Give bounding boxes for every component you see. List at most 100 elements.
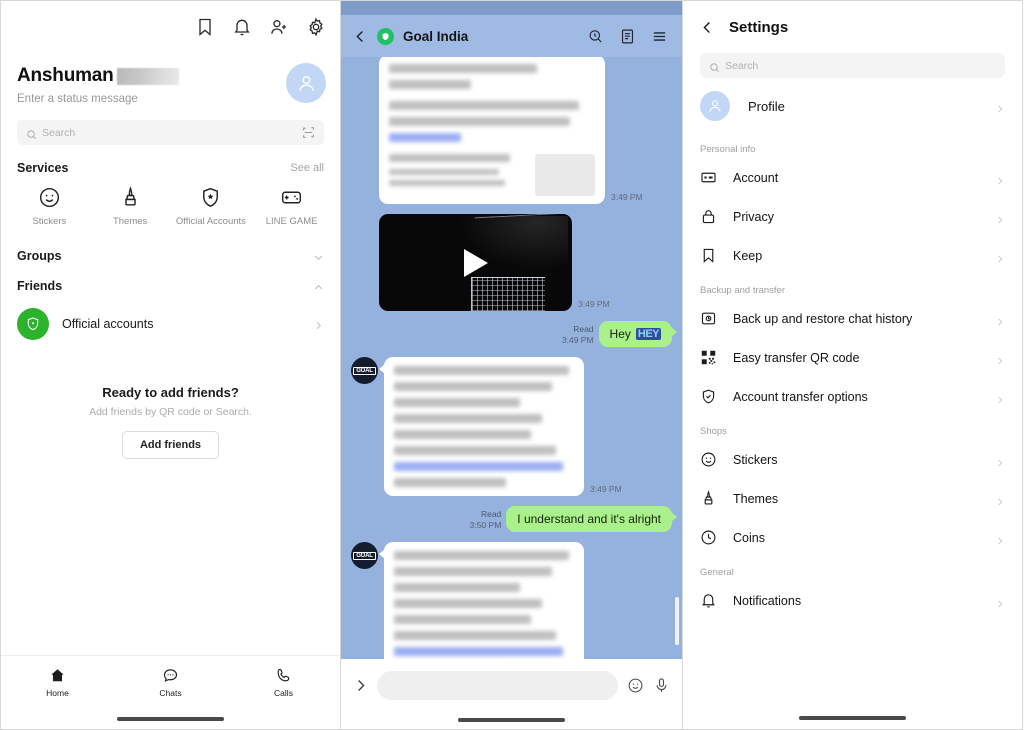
settings-item-profile[interactable]: Profile [683, 78, 1022, 134]
play-icon[interactable] [463, 248, 488, 277]
message-row[interactable]: Read 3:49 PM Hey HEY [351, 321, 678, 347]
settings-group-label: Backup and transfer [700, 285, 786, 296]
list-item-official-accounts[interactable]: Official accounts [1, 301, 340, 347]
blurred-text-line [389, 80, 472, 89]
add-friend-icon[interactable] [269, 17, 289, 37]
blurred-text-line [394, 382, 553, 391]
settings-item-account[interactable]: Account [683, 158, 1022, 197]
notes-icon[interactable] [619, 28, 636, 45]
chevron-down-icon[interactable] [313, 250, 324, 261]
chevron-up-icon[interactable] [313, 280, 324, 291]
message-meta: Read 3:50 PM [470, 509, 502, 531]
service-item-line-game[interactable]: LINE GAME [251, 186, 332, 228]
groups-section-header[interactable]: Groups [1, 241, 340, 271]
three-panel-screenshot: Anshuman Enter a status message Search S… [0, 0, 1024, 730]
services-see-all-link[interactable]: See all [290, 162, 324, 174]
settings-item-account-transfer[interactable]: Account transfer options [683, 377, 1022, 416]
video-goalpost [471, 277, 545, 311]
paint-brush-icon [700, 490, 717, 507]
service-item-official-accounts[interactable]: Official Accounts [171, 186, 252, 228]
menu-icon[interactable] [651, 28, 668, 45]
message-input[interactable] [377, 670, 618, 700]
bell-icon[interactable] [232, 17, 252, 37]
shield-icon [17, 307, 49, 340]
settings-item-privacy[interactable]: Privacy [683, 197, 1022, 236]
service-label: Official Accounts [175, 216, 246, 227]
gamepad-icon [280, 186, 303, 209]
read-receipt: Read [480, 508, 502, 519]
home-profile-block[interactable]: Anshuman Enter a status message [1, 53, 340, 105]
avatar-label: GOAL [353, 366, 376, 375]
link-preview-card[interactable] [389, 154, 595, 196]
profile-avatar[interactable] [286, 63, 326, 103]
settings-group-label: Shops [700, 426, 727, 437]
chevron-right-icon [995, 212, 1005, 223]
settings-item-notifications[interactable]: Notifications [683, 581, 1022, 620]
settings-item-stickers[interactable]: Stickers [683, 440, 1022, 479]
empty-state-title: Ready to add friends? [102, 384, 239, 400]
chevron-right-icon[interactable] [353, 678, 368, 693]
avatar[interactable]: GOAL [351, 357, 378, 384]
tab-home[interactable]: Home [1, 667, 114, 698]
home-content-spacer [1, 459, 340, 655]
green-shield-badge [377, 27, 394, 45]
tab-calls[interactable]: Calls [227, 667, 340, 698]
service-item-themes[interactable]: Themes [90, 186, 171, 228]
chevron-right-icon [995, 173, 1005, 184]
blurred-text-line [394, 446, 556, 455]
blurred-link-line[interactable] [389, 133, 462, 142]
add-friends-button[interactable]: Add friends [121, 430, 220, 459]
incoming-bubble-blurred[interactable] [379, 57, 605, 204]
hey-sticker: HEY [635, 328, 661, 340]
chevron-right-icon[interactable] [313, 318, 324, 330]
message-row[interactable]: 3:49 PM [379, 214, 672, 311]
gear-icon[interactable] [306, 17, 326, 37]
settings-item-themes[interactable]: Themes [683, 479, 1022, 518]
settings-item-easy-transfer-qr[interactable]: Easy transfer QR code [683, 338, 1022, 377]
search-history-icon[interactable] [587, 28, 604, 45]
message-timestamp: 3:49 PM [590, 484, 622, 494]
message-row[interactable]: Read 3:50 PM I understand and it's alrig… [351, 506, 677, 532]
status-message-placeholder[interactable]: Enter a status message [17, 93, 286, 105]
panel-chat-goal-india: Goal India 3:49 PM 3:49 PM Read 3:49 PM … [341, 0, 682, 730]
blurred-text-line [394, 551, 569, 560]
incoming-video-message[interactable] [379, 214, 572, 311]
outgoing-bubble[interactable]: I understand and it's alright [506, 506, 677, 532]
outgoing-bubble[interactable]: Hey HEY [598, 321, 678, 347]
friends-section-header[interactable]: Friends [1, 271, 340, 301]
settings-search-bar[interactable]: Search [700, 53, 1005, 78]
chat-message-list[interactable]: 3:49 PM 3:49 PM Read 3:49 PM Hey HEY GOA… [341, 57, 682, 659]
settings-item-coins[interactable]: Coins [683, 518, 1022, 557]
settings-item-keep[interactable]: Keep [683, 236, 1022, 275]
blurred-text-line [389, 64, 538, 73]
blurred-text-line [389, 154, 511, 162]
back-arrow-icon[interactable] [700, 20, 715, 35]
home-search-bar[interactable]: Search [17, 120, 324, 145]
home-topbar [1, 1, 340, 53]
blurred-link-line[interactable] [394, 647, 564, 656]
home-indicator [1, 709, 340, 729]
smiley-icon[interactable] [627, 677, 644, 694]
settings-item-label: Privacy [733, 209, 774, 224]
chat-title[interactable]: Goal India [403, 29, 572, 44]
chat-scrollbar[interactable] [675, 597, 679, 645]
settings-group-label: General [700, 567, 734, 578]
microphone-icon[interactable] [653, 677, 670, 694]
message-text: Hey [609, 327, 631, 341]
incoming-bubble-blurred[interactable] [379, 542, 584, 659]
settings-item-backup-restore[interactable]: Back up and restore chat history [683, 299, 1022, 338]
blurred-link-line[interactable] [394, 462, 564, 471]
paint-brush-icon [119, 186, 142, 209]
bookmark-icon[interactable] [195, 17, 215, 37]
tab-chats[interactable]: Chats [114, 667, 227, 698]
message-row[interactable]: 3:49 PM [379, 57, 672, 204]
service-item-stickers[interactable]: Stickers [9, 186, 90, 228]
message-row[interactable]: GOAL 3:49 PM [351, 357, 672, 496]
home-indicator [683, 716, 1022, 720]
qr-scan-icon[interactable] [302, 126, 315, 139]
chevron-right-icon [995, 533, 1005, 544]
avatar[interactable]: GOAL [351, 542, 378, 569]
incoming-bubble-blurred[interactable] [379, 357, 584, 496]
back-arrow-icon[interactable] [353, 29, 368, 44]
message-row[interactable]: GOAL 3:50 PM [351, 542, 672, 659]
